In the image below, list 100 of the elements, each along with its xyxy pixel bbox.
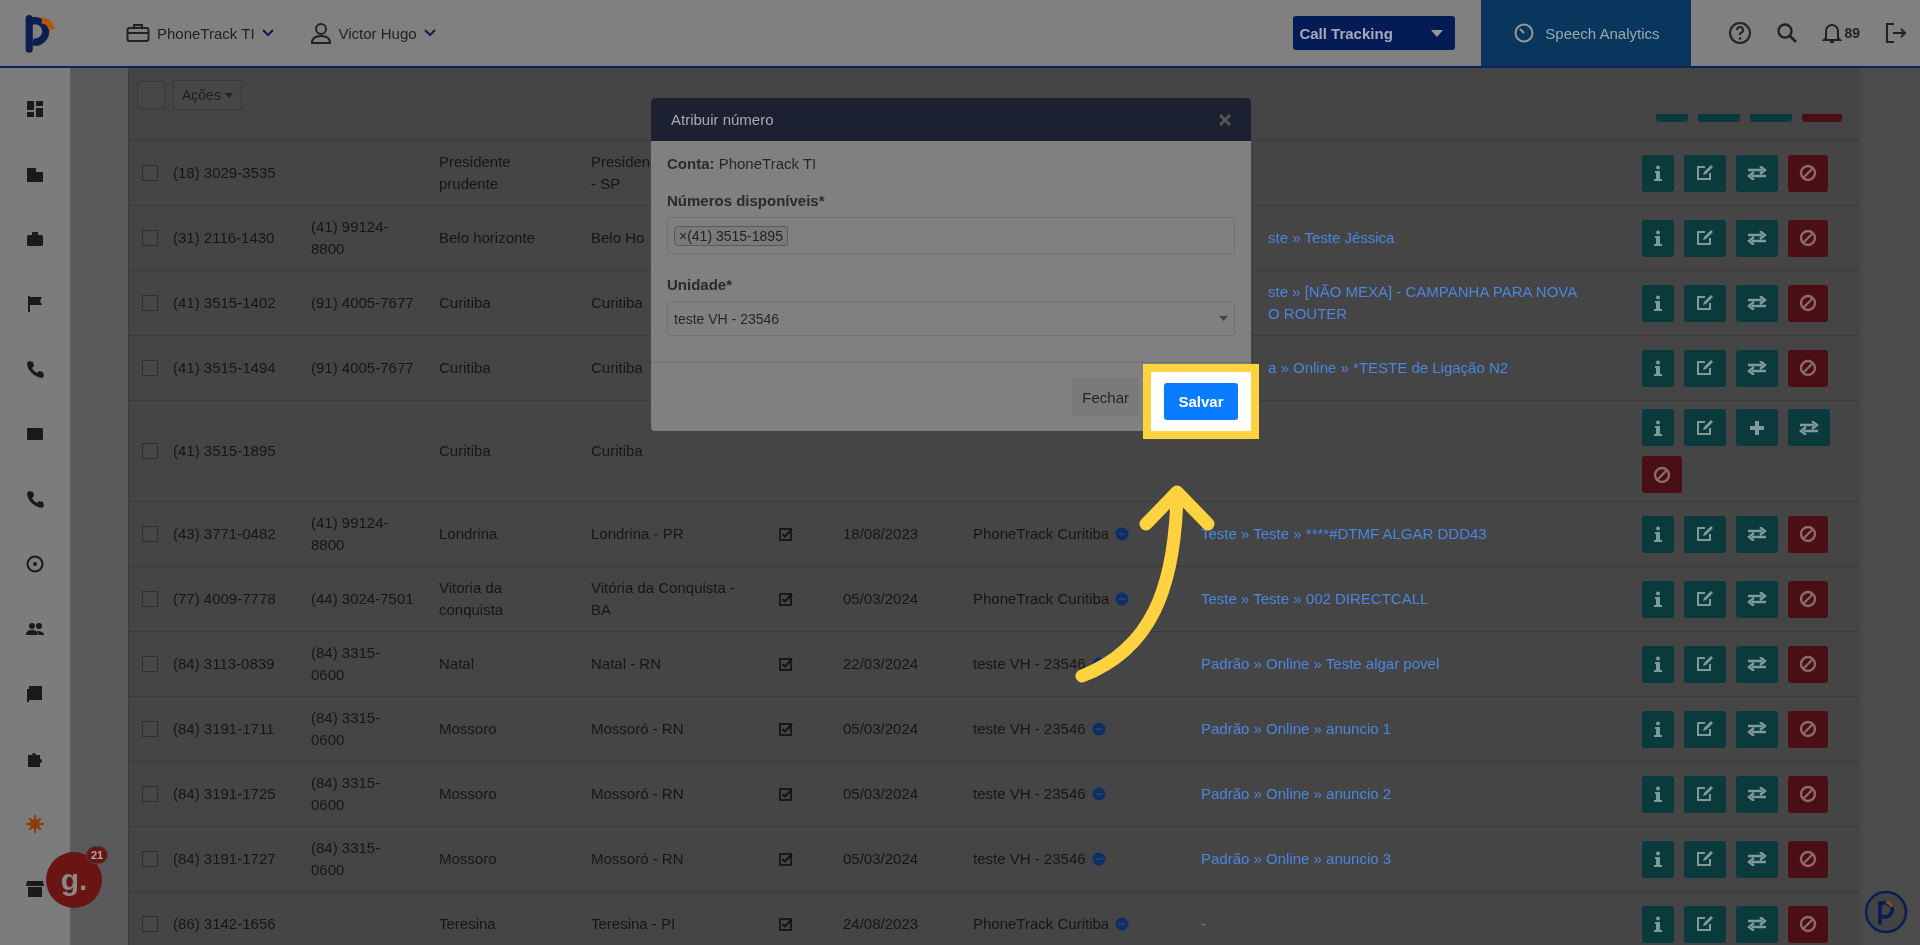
save-button[interactable]: Salvar — [1164, 382, 1238, 420]
swap-button[interactable] — [1736, 905, 1778, 943]
swap-icon — [1747, 852, 1767, 866]
help-icon[interactable] — [1728, 21, 1753, 45]
campaign-link[interactable]: ste » Teste Jéssica — [1268, 227, 1395, 249]
field-label: Conta: — [667, 155, 715, 172]
chevron-down-icon — [261, 29, 274, 37]
swap-button[interactable] — [1736, 775, 1778, 813]
search-icon[interactable] — [1776, 22, 1799, 44]
info-button[interactable] — [1642, 349, 1674, 387]
dialog-title: Atribuir número — [671, 111, 774, 128]
caret-icon — [1219, 316, 1228, 321]
row-checkbox[interactable] — [142, 786, 158, 802]
edit-button[interactable] — [1684, 409, 1726, 446]
info-button[interactable] — [1642, 154, 1674, 192]
swap-button[interactable] — [1736, 284, 1778, 322]
info-button[interactable] — [1642, 409, 1674, 446]
campaign-link[interactable]: Padrão » Online » anuncio 3 — [1201, 848, 1392, 870]
block-button[interactable] — [1788, 515, 1828, 553]
swap-button[interactable] — [1736, 349, 1778, 387]
block-button[interactable] — [1788, 840, 1828, 878]
product-select[interactable]: Call Tracking — [1293, 16, 1456, 50]
row-checkbox[interactable] — [142, 230, 158, 246]
info-button[interactable] — [1642, 284, 1674, 322]
row-checkbox[interactable] — [142, 656, 158, 672]
info-button[interactable] — [1642, 840, 1674, 878]
campaign-link[interactable]: Padrão » Online » anuncio 2 — [1201, 783, 1392, 805]
campaign-link[interactable]: Padrão » Online » Teste algar povel — [1201, 653, 1440, 675]
edit-button[interactable] — [1684, 219, 1726, 257]
info-icon — [1654, 851, 1662, 867]
campaign-link[interactable]: ste » [NÃO MEXA] - CAMPANHA PARA NOVA O ROUTER — [1268, 281, 1578, 325]
info-icon — [1654, 230, 1662, 246]
number-tag[interactable]: ×(41) 3515-1895 — [674, 225, 788, 246]
info-button[interactable] — [1642, 905, 1674, 943]
campaign-link[interactable]: - — [1201, 913, 1206, 935]
field-label: Números disponíveis* — [667, 192, 826, 209]
close-icon[interactable] — [1219, 113, 1231, 126]
field-label: Unidade* — [667, 276, 733, 293]
swap-icon — [1747, 657, 1767, 671]
campaign-link[interactable]: Teste » Teste » ****#DTMF ALGAR DDD43 — [1201, 523, 1487, 545]
edit-button[interactable] — [1684, 515, 1726, 553]
swap-button[interactable] — [1736, 154, 1778, 192]
block-button[interactable] — [1788, 349, 1828, 387]
logout-icon[interactable] — [1884, 21, 1908, 45]
block-button[interactable] — [1788, 645, 1828, 683]
info-button[interactable] — [1642, 515, 1674, 553]
info-button[interactable] — [1642, 219, 1674, 257]
close-button[interactable]: Fechar — [1072, 378, 1139, 416]
edit-button[interactable] — [1684, 775, 1726, 813]
account-value: PhoneTrack TI — [718, 155, 817, 172]
edit-button[interactable] — [1684, 284, 1726, 322]
numbers-field[interactable]: ×(41) 3515-1895 — [667, 217, 1235, 254]
notifications-button[interactable]: 89 — [1822, 22, 1860, 44]
block-button[interactable] — [1788, 580, 1828, 618]
info-icon — [1654, 721, 1662, 737]
swap-button[interactable] — [1736, 580, 1778, 618]
row-checkbox[interactable] — [142, 443, 158, 459]
info-button[interactable] — [1642, 710, 1674, 748]
row-checkbox[interactable] — [142, 295, 158, 311]
row-checkbox[interactable] — [142, 851, 158, 867]
speech-analytics-tab[interactable]: Speech Analytics — [1481, 0, 1692, 66]
edit-button[interactable] — [1684, 349, 1726, 387]
swap-button[interactable] — [1736, 515, 1778, 553]
campaign-link[interactable]: Padrão » Online » anuncio 1 — [1201, 718, 1392, 740]
block-button[interactable] — [1788, 284, 1828, 322]
row-checkbox[interactable] — [142, 165, 158, 181]
block-button[interactable] — [1788, 154, 1828, 192]
swap-icon — [1747, 917, 1767, 931]
info-button[interactable] — [1642, 580, 1674, 618]
info-button[interactable] — [1642, 775, 1674, 813]
row-checkbox[interactable] — [142, 526, 158, 542]
info-button[interactable] — [1642, 645, 1674, 683]
swap-button[interactable] — [1736, 219, 1778, 257]
swap-button[interactable] — [1736, 710, 1778, 748]
info-icon — [1654, 591, 1662, 607]
campaign-link[interactable]: Teste » Teste » 002 DIRECTCALL — [1201, 588, 1429, 610]
row-checkbox[interactable] — [142, 591, 158, 607]
block-button[interactable] — [1788, 775, 1828, 813]
row-checkbox[interactable] — [142, 916, 158, 932]
block-button[interactable] — [1788, 219, 1828, 257]
user-menu[interactable]: Victor Hugo — [305, 18, 440, 48]
row-checkbox[interactable] — [142, 360, 158, 376]
edit-button[interactable] — [1684, 710, 1726, 748]
block-icon — [1799, 850, 1817, 868]
block-button[interactable] — [1788, 710, 1828, 748]
swap-button[interactable] — [1736, 840, 1778, 878]
edit-button[interactable] — [1684, 840, 1726, 878]
edit-button[interactable] — [1684, 645, 1726, 683]
swap-button[interactable] — [1736, 645, 1778, 683]
account-menu[interactable]: PhoneTrack TI — [122, 19, 278, 47]
edit-button[interactable] — [1684, 580, 1726, 618]
block-button[interactable] — [1642, 456, 1682, 493]
campaign-link[interactable]: a » Online » *TESTE de Ligação N2 — [1268, 357, 1509, 379]
edit-button[interactable] — [1684, 905, 1726, 943]
row-checkbox[interactable] — [142, 721, 158, 737]
swap-button[interactable] — [1788, 409, 1830, 446]
unit-select[interactable]: teste VH - 23546 — [667, 301, 1235, 336]
edit-button[interactable] — [1684, 154, 1726, 192]
add-button[interactable] — [1736, 409, 1778, 446]
block-button[interactable] — [1788, 905, 1828, 943]
